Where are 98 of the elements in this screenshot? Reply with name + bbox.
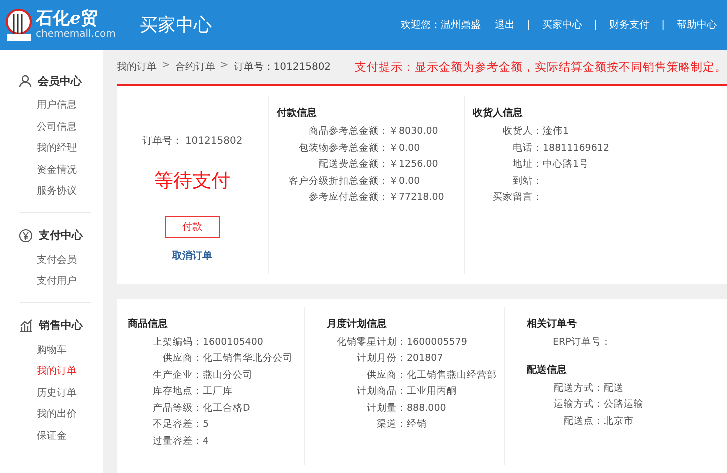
- field-label: 产品等级：: [153, 402, 203, 415]
- field-label: 地址：: [512, 159, 543, 172]
- sidebar-item[interactable]: 保证金: [0, 426, 103, 447]
- field-label: 收货人：: [502, 126, 543, 138]
- field-label: 计划月份：: [356, 353, 407, 366]
- sidebar-item[interactable]: 我的出价: [0, 404, 103, 426]
- welcome-label: 欢迎您：: [400, 18, 441, 32]
- field-label: 配送点：: [563, 416, 604, 428]
- field-label: 渠道：: [376, 419, 407, 432]
- breadcrumb-current: 订单号：101215802: [234, 60, 332, 74]
- breadcrumb-link[interactable]: 我的订单: [117, 60, 157, 74]
- field-value: 工厂库: [203, 386, 234, 398]
- field-value: 1600105400: [203, 336, 264, 349]
- field-label: 生产企业：: [153, 370, 203, 382]
- field-value: 经销: [407, 419, 428, 432]
- field-label: 买家留言：: [493, 192, 543, 204]
- user-name: 温州鼎盛: [440, 18, 481, 32]
- field-value: 淦伟1: [543, 126, 570, 138]
- field-label: 到站：: [512, 176, 543, 188]
- logo-domain: chememall.com: [36, 29, 116, 41]
- field-value: 4: [203, 436, 210, 448]
- field-value: 201807: [407, 353, 444, 366]
- field-label: 化销零星计划：: [337, 336, 407, 349]
- sidebar-heading: 销售中心: [39, 318, 83, 333]
- page-title: 买家中心: [140, 14, 213, 37]
- nav-link[interactable]: 帮助中心: [677, 18, 717, 32]
- breadcrumb-separator: >: [162, 60, 170, 74]
- nav-link[interactable]: 退出: [494, 18, 515, 32]
- person-icon: [19, 74, 32, 88]
- field-label: 运输方式：: [554, 399, 604, 412]
- field-label: 包装物参考总金额：: [298, 142, 389, 155]
- logo-name: 石化e贸: [36, 9, 99, 29]
- field-label: ERP订单号：: [553, 336, 612, 349]
- section-title: 月度计划信息: [327, 317, 388, 331]
- field-value: 18811169612: [543, 142, 610, 155]
- payment-tip: 支付提示：显示金额为参考金额，实际结算金额按不同销售策略制定。: [355, 60, 727, 75]
- field-label: 上架编码：: [153, 336, 203, 349]
- field-value: 中心路1号: [543, 159, 590, 172]
- field-value: 工业用丙酮: [407, 386, 458, 398]
- order-status: 等待支付: [154, 169, 230, 194]
- nav-link[interactable]: 买家中心: [542, 18, 582, 32]
- pay-button[interactable]: 付款: [165, 216, 220, 238]
- field-value: 888.000: [407, 402, 448, 415]
- sidebar-item[interactable]: 公司信息: [0, 116, 103, 138]
- field-label: 电话：: [512, 142, 543, 155]
- sidebar-item[interactable]: 支付会员: [0, 250, 103, 271]
- sidebar-item[interactable]: 我的经理: [0, 138, 103, 160]
- sidebar-heading: 支付中心: [39, 228, 83, 243]
- cancel-order-link[interactable]: 取消订单: [172, 249, 212, 264]
- sidebar-item[interactable]: 支付用户: [0, 271, 103, 292]
- field-label: 过量容差：: [153, 436, 203, 448]
- field-label: 计划商品：: [356, 386, 407, 398]
- field-label: 商品参考总金额：: [308, 126, 389, 138]
- nav-link[interactable]: 财务支付: [610, 18, 650, 32]
- field-label: 配送费总金额：: [318, 159, 389, 172]
- order-number: 订单号： 101215802: [142, 134, 243, 148]
- field-value: 化工销售燕山经营部: [407, 370, 498, 382]
- field-label: 参考应付总金额：: [308, 192, 389, 204]
- sidebar-item[interactable]: 购物车: [0, 340, 103, 361]
- section-title: 付款信息: [277, 106, 318, 120]
- section-title: 配送信息: [527, 364, 568, 377]
- breadcrumb-separator: >: [220, 60, 229, 74]
- field-label: 配送方式：: [554, 382, 604, 395]
- logo-icon: [5, 8, 33, 42]
- field-value: ￥77218.00: [389, 192, 446, 204]
- field-value: 1600005579: [407, 336, 468, 349]
- yen-icon: [19, 228, 33, 242]
- field-value: ￥0.00: [389, 142, 422, 155]
- field-value: ￥0.00: [389, 176, 422, 188]
- field-value: 燕山分公司: [203, 370, 254, 382]
- field-label: 供应商：: [366, 370, 407, 382]
- field-label: 不足容差：: [153, 419, 203, 432]
- field-value: 北京市: [604, 416, 635, 428]
- field-value: ￥1256.00: [389, 159, 440, 172]
- nav-separator: |: [662, 20, 665, 30]
- nav-separator: |: [526, 20, 530, 30]
- sidebar-item[interactable]: 我的订单: [0, 361, 103, 382]
- field-value: 公路运输: [604, 399, 645, 412]
- field-value: 化工销售华北分公司: [203, 353, 294, 366]
- field-label: 供应商：: [162, 353, 203, 366]
- field-value: 5: [203, 419, 210, 432]
- sidebar-item[interactable]: 历史订单: [0, 382, 103, 404]
- nav-separator: |: [594, 20, 598, 30]
- breadcrumb-link[interactable]: 合约订单: [175, 60, 216, 74]
- chart-icon: [19, 319, 33, 332]
- field-value: 配送: [604, 382, 625, 395]
- sidebar-item[interactable]: 用户信息: [0, 95, 103, 116]
- section-title: 收货人信息: [473, 106, 524, 120]
- sidebar-item[interactable]: 资金情况: [0, 160, 103, 181]
- field-label: 客户分级折扣总金额：: [289, 176, 389, 188]
- sidebar-item[interactable]: 服务协议: [0, 181, 103, 202]
- field-label: 计划量：: [366, 402, 407, 415]
- section-title: 商品信息: [128, 317, 169, 331]
- field-value: ￥8030.00: [389, 126, 440, 138]
- field-value: 化工合格D: [203, 402, 252, 415]
- field-label: 库存地点：: [153, 386, 203, 398]
- section-title: 相关订单号: [527, 318, 578, 331]
- sidebar-heading: 会员中心: [38, 74, 82, 88]
